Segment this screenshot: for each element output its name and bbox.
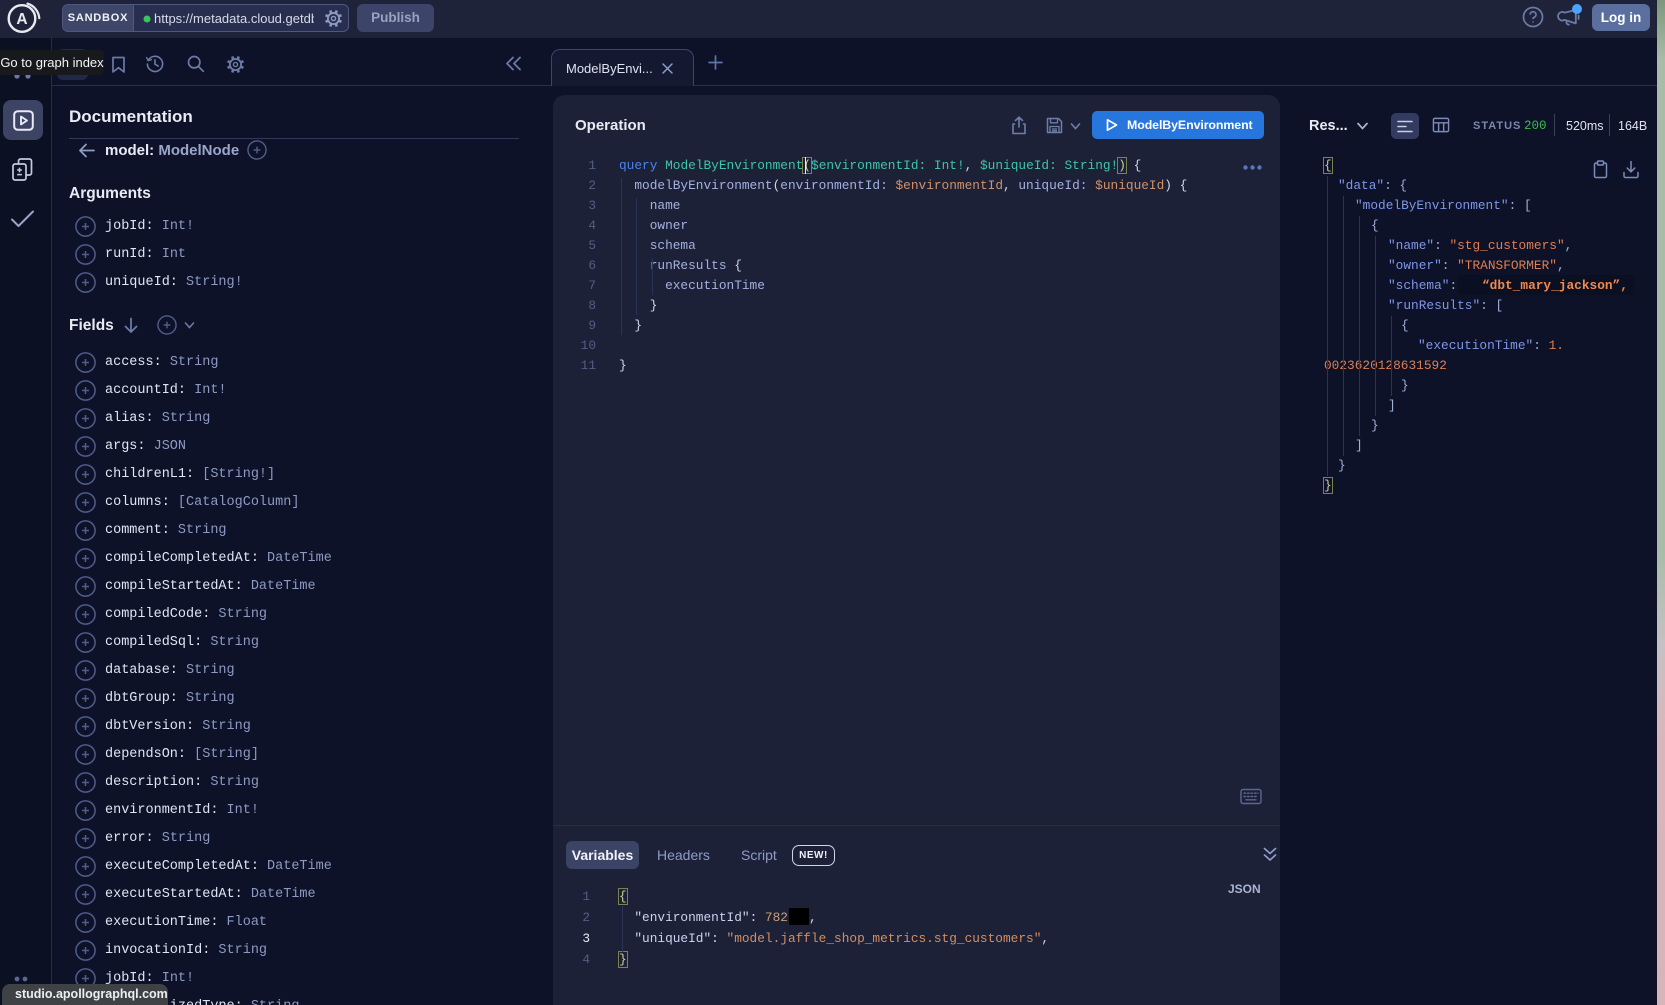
svg-text:A: A [16,11,27,28]
